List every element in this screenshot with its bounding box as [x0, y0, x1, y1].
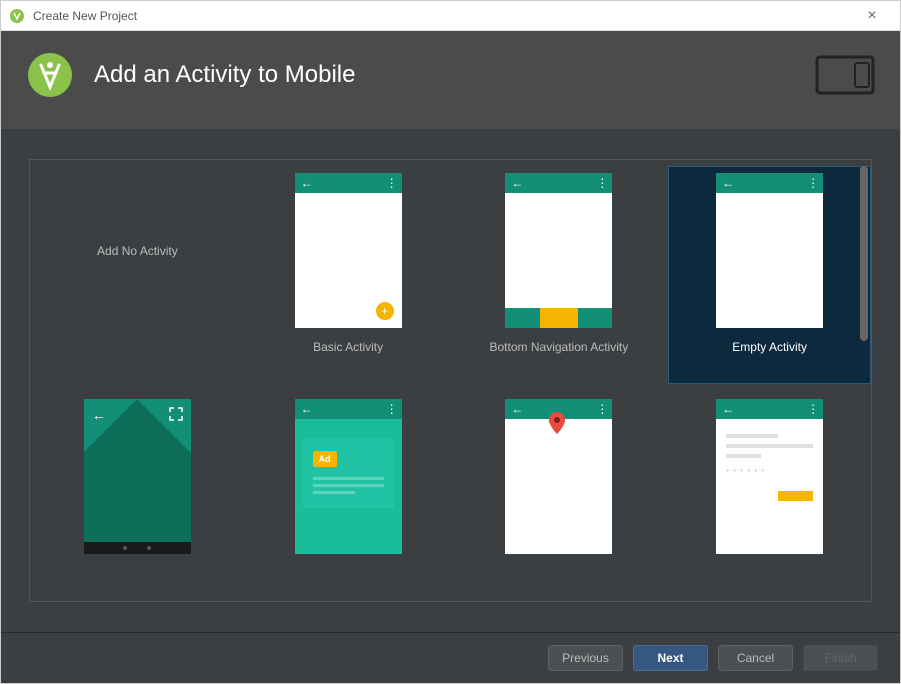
map-pin-icon [549, 412, 565, 439]
scrollbar[interactable] [860, 166, 868, 341]
overflow-icon: ⋮ [386, 176, 396, 190]
previous-button[interactable]: Previous [548, 645, 623, 671]
fullscreen-icon [169, 407, 183, 426]
fab-icon: + [376, 302, 394, 320]
activity-gallery: Add No Activity ← ⋮ + Basic Activit [29, 159, 872, 602]
android-studio-logo-icon [26, 51, 74, 99]
close-icon[interactable]: × [852, 1, 892, 30]
activity-preview: ← ⋮ + [295, 173, 402, 328]
page-title: Add an Activity to Mobile [94, 61, 815, 89]
activity-card-empty[interactable]: ← ⋮ Empty Activity [668, 166, 871, 384]
activity-preview: ← ⋮ Ad [295, 399, 402, 554]
finish-button: Finish [803, 645, 878, 671]
back-arrow-icon: ← [722, 176, 734, 190]
device-icon [815, 55, 875, 95]
back-arrow-icon: ← [722, 402, 734, 416]
activity-label: Empty Activity [732, 340, 807, 354]
activity-preview: ← [84, 399, 191, 554]
overflow-icon: ⋮ [386, 402, 396, 416]
overflow-icon: ⋮ [807, 176, 817, 190]
bottom-nav-icon [505, 308, 612, 328]
ad-badge: Ad [313, 451, 337, 467]
android-studio-icon [9, 8, 25, 24]
window-title: Create New Project [33, 9, 852, 23]
overflow-icon: ⋮ [807, 402, 817, 416]
overflow-icon: ⋮ [596, 402, 606, 416]
wizard-header: Add an Activity to Mobile [1, 31, 900, 129]
activity-preview: ← ⋮ [505, 399, 612, 554]
activity-label: Basic Activity [313, 340, 383, 354]
activity-card-no-activity[interactable]: Add No Activity [36, 166, 239, 384]
activity-card-login[interactable]: ← ⋮ • • • • • • [668, 392, 871, 596]
back-arrow-icon: ← [92, 407, 106, 423]
back-arrow-icon: ← [511, 402, 523, 416]
activity-card-fullscreen[interactable]: ← [36, 392, 239, 596]
activity-preview: Add No Activity [84, 173, 191, 328]
wizard-footer: Previous Next Cancel Finish [1, 632, 900, 683]
overflow-icon: ⋮ [596, 176, 606, 190]
next-button[interactable]: Next [633, 645, 708, 671]
activity-card-bottom-nav[interactable]: ← ⋮ Bottom Navigation Activity [458, 166, 661, 384]
activity-preview: ← ⋮ [716, 173, 823, 328]
activity-card-maps[interactable]: ← ⋮ [458, 392, 661, 596]
activity-card-basic[interactable]: ← ⋮ + Basic Activity [247, 166, 450, 384]
activity-label: Bottom Navigation Activity [490, 340, 629, 354]
activity-card-admob[interactable]: ← ⋮ Ad [247, 392, 450, 596]
back-arrow-icon: ← [511, 176, 523, 190]
titlebar: Create New Project × [1, 1, 900, 31]
cancel-button[interactable]: Cancel [718, 645, 793, 671]
back-arrow-icon: ← [301, 402, 313, 416]
back-arrow-icon: ← [301, 176, 313, 190]
wizard-window: Create New Project × Add an Activity to … [0, 0, 901, 684]
activity-label: Add No Activity [97, 244, 178, 258]
activity-preview: ← ⋮ • • • • • • [716, 399, 823, 554]
content-area: Add No Activity ← ⋮ + Basic Activit [1, 129, 900, 632]
activity-preview: ← ⋮ [505, 173, 612, 328]
